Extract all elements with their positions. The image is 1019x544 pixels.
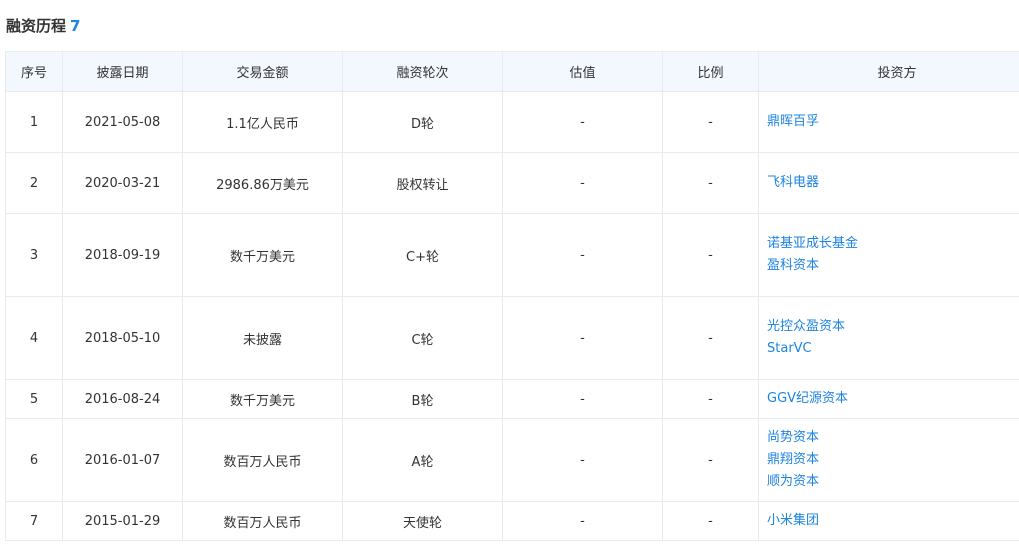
investor-link[interactable]: 顺为资本 xyxy=(767,471,1019,493)
cell-valuation: - xyxy=(502,213,663,297)
cell-no: 1 xyxy=(5,91,63,153)
table-header: 序号 披露日期 交易金额 融资轮次 估值 比例 投资方 xyxy=(5,51,1019,92)
financing-table: 序号 披露日期 交易金额 融资轮次 估值 比例 投资方 1 2021-05-08 1.1亿人民币… xyxy=(5,51,1019,541)
cell-investors: 尚势资本 鼎翔资本 顺为资本 xyxy=(758,418,1019,502)
table-row: 3 2018-09-19 数千万美元 C+轮 - - 诺基亚成长基金 盈科资本 xyxy=(5,213,1019,297)
cell-ratio: - xyxy=(662,152,759,214)
cell-amount: 未披露 xyxy=(182,296,343,380)
record-count: 7 xyxy=(70,17,81,35)
cell-date: 2021-05-08 xyxy=(62,91,183,153)
cell-no: 5 xyxy=(5,379,63,419)
cell-round: 天使轮 xyxy=(342,501,503,541)
cell-valuation: - xyxy=(502,296,663,380)
table-row: 2 2020-03-21 2986.86万美元 股权转让 - - 飞科电器 xyxy=(5,152,1019,214)
cell-no: 7 xyxy=(5,501,63,541)
cell-investors: 飞科电器 xyxy=(758,152,1019,214)
investor-link[interactable]: 小米集团 xyxy=(767,510,1019,532)
cell-round: C轮 xyxy=(342,296,503,380)
cell-round: A轮 xyxy=(342,418,503,502)
column-header: 估值 xyxy=(502,51,663,92)
column-header: 交易金额 xyxy=(182,51,343,92)
cell-amount: 数千万美元 xyxy=(182,213,343,297)
cell-no: 6 xyxy=(5,418,63,502)
column-header: 投资方 xyxy=(758,51,1019,92)
investor-link[interactable]: 诺基亚成长基金 xyxy=(767,233,1019,255)
cell-investors: 小米集团 xyxy=(758,501,1019,541)
cell-date: 2020-03-21 xyxy=(62,152,183,214)
cell-ratio: - xyxy=(662,91,759,153)
investor-link[interactable]: 尚势资本 xyxy=(767,427,1019,449)
cell-date: 2015-01-29 xyxy=(62,501,183,541)
investor-link[interactable]: 鼎晖百孚 xyxy=(767,111,1019,133)
cell-valuation: - xyxy=(502,152,663,214)
cell-investors: 鼎晖百孚 xyxy=(758,91,1019,153)
cell-no: 2 xyxy=(5,152,63,214)
table-row: 4 2018-05-10 未披露 C轮 - - 光控众盈资本 StarVC xyxy=(5,296,1019,380)
cell-date: 2016-08-24 xyxy=(62,379,183,419)
cell-ratio: - xyxy=(662,418,759,502)
cell-investors: 光控众盈资本 StarVC xyxy=(758,296,1019,380)
cell-ratio: - xyxy=(662,379,759,419)
column-header: 融资轮次 xyxy=(342,51,503,92)
cell-round: 股权转让 xyxy=(342,152,503,214)
investor-link[interactable]: 盈科资本 xyxy=(767,255,1019,277)
table-row: 5 2016-08-24 数千万美元 B轮 - - GGV纪源资本 xyxy=(5,379,1019,419)
table-row: 1 2021-05-08 1.1亿人民币 D轮 - - 鼎晖百孚 xyxy=(5,91,1019,153)
column-header: 披露日期 xyxy=(62,51,183,92)
cell-amount: 数百万人民币 xyxy=(182,418,343,502)
cell-investors: GGV纪源资本 xyxy=(758,379,1019,419)
investor-link[interactable]: StarVC xyxy=(767,338,1019,360)
cell-no: 4 xyxy=(5,296,63,380)
cell-amount: 数千万美元 xyxy=(182,379,343,419)
investor-link[interactable]: 鼎翔资本 xyxy=(767,449,1019,471)
cell-valuation: - xyxy=(502,418,663,502)
investor-link[interactable]: GGV纪源资本 xyxy=(767,388,1019,410)
column-header: 序号 xyxy=(5,51,63,92)
cell-no: 3 xyxy=(5,213,63,297)
title-text: 融资历程 xyxy=(6,17,67,35)
investor-link[interactable]: 飞科电器 xyxy=(767,172,1019,194)
cell-round: C+轮 xyxy=(342,213,503,297)
investor-link[interactable]: 光控众盈资本 xyxy=(767,316,1019,338)
section-title: 融资历程 7 xyxy=(6,15,80,36)
cell-round: B轮 xyxy=(342,379,503,419)
table-row: 7 2015-01-29 数百万人民币 天使轮 - - 小米集团 xyxy=(5,501,1019,541)
cell-round: D轮 xyxy=(342,91,503,153)
cell-date: 2016-01-07 xyxy=(62,418,183,502)
cell-valuation: - xyxy=(502,379,663,419)
cell-ratio: - xyxy=(662,296,759,380)
cell-date: 2018-09-19 xyxy=(62,213,183,297)
cell-ratio: - xyxy=(662,213,759,297)
cell-amount: 1.1亿人民币 xyxy=(182,91,343,153)
cell-date: 2018-05-10 xyxy=(62,296,183,380)
table-row: 6 2016-01-07 数百万人民币 A轮 - - 尚势资本 鼎翔资本 顺为资本 xyxy=(5,418,1019,502)
cell-amount: 数百万人民币 xyxy=(182,501,343,541)
cell-valuation: - xyxy=(502,91,663,153)
cell-investors: 诺基亚成长基金 盈科资本 xyxy=(758,213,1019,297)
column-header: 比例 xyxy=(662,51,759,92)
cell-amount: 2986.86万美元 xyxy=(182,152,343,214)
cell-valuation: - xyxy=(502,501,663,541)
cell-ratio: - xyxy=(662,501,759,541)
